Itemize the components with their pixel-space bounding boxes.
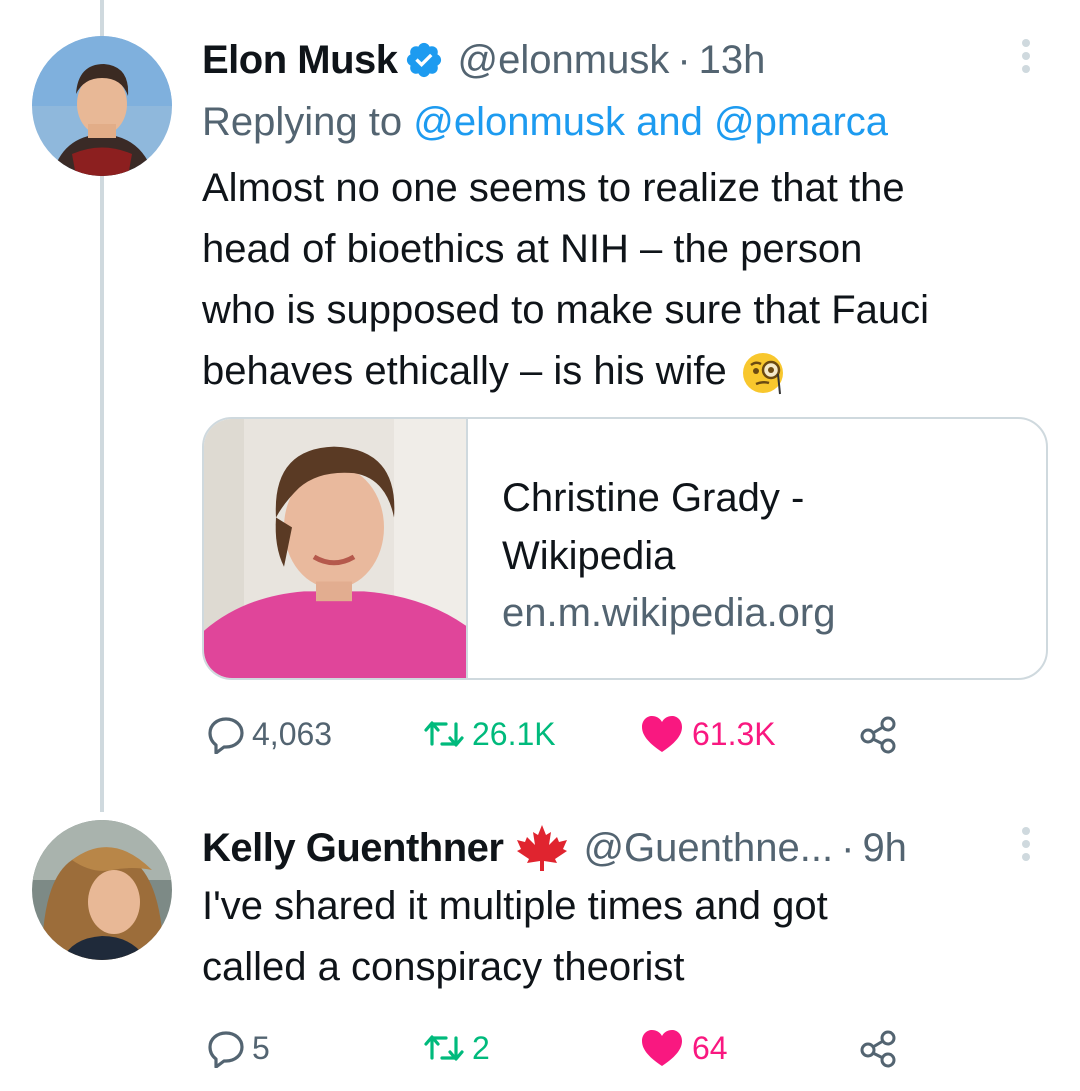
replying-prefix: Replying to	[202, 100, 403, 144]
tweet-text-line: head of bioethics at NIH – the person	[202, 227, 863, 271]
tweet-text-line: I've shared it multiple times and got	[202, 884, 828, 928]
more-options-icon[interactable]	[1020, 38, 1032, 74]
card-domain: en.m.wikipedia.org	[502, 591, 836, 635]
retweet-icon	[424, 721, 464, 747]
like-count: 61.3K	[692, 715, 776, 752]
timestamp[interactable]: 9h	[862, 824, 907, 872]
author-name[interactable]: Elon Musk	[202, 36, 398, 84]
retweet-count: 26.1K	[472, 715, 556, 752]
author-name[interactable]: Kelly Guenthner	[202, 824, 504, 872]
mention-link[interactable]: @elonmusk	[413, 100, 625, 144]
card-title-line: Wikipedia	[502, 534, 676, 578]
tweet-text-line: called a conspiracy theorist	[202, 945, 685, 989]
separator-dot: ·	[677, 38, 691, 82]
retweet-button[interactable]: 2	[422, 1028, 490, 1068]
like-count: 64	[692, 1029, 728, 1066]
author-handle[interactable]: @Guenthne...	[583, 824, 833, 872]
reply-button[interactable]: 4,063	[206, 714, 332, 754]
tweet-text-line: who is supposed to make sure that Fauci	[202, 288, 930, 332]
heart-icon	[642, 1030, 682, 1066]
retweet-count: 2	[472, 1029, 490, 1066]
maple-leaf-icon	[515, 823, 569, 873]
like-button[interactable]: 61.3K	[640, 714, 776, 754]
share-button[interactable]	[858, 1028, 898, 1068]
share-icon	[860, 716, 896, 754]
mention-and[interactable]: and	[636, 100, 703, 144]
tweet-text: I've shared it multiple times and got ca…	[202, 876, 1052, 998]
more-options-icon[interactable]	[1020, 826, 1032, 862]
link-preview-card[interactable]: Christine Grady - Wikipedia en.m.wikiped…	[202, 417, 1048, 680]
tweet-text-line: behaves ethically – is his wife	[202, 349, 727, 393]
reply-count: 5	[252, 1029, 270, 1066]
avatar-elon-musk[interactable]	[32, 36, 172, 176]
share-button[interactable]	[858, 714, 898, 754]
avatar-photo	[32, 36, 172, 176]
reply-icon	[208, 1031, 244, 1068]
tweet-text-line: Almost no one seems to realize that the	[202, 166, 905, 210]
separator-dot: ·	[841, 826, 855, 870]
tweet-header: Elon Musk @elonmusk · 13h	[202, 36, 765, 84]
retweet-icon	[424, 1035, 464, 1061]
replying-to-line: Replying to @elonmusk and @pmarca	[202, 98, 888, 146]
reply-button[interactable]: 5	[206, 1028, 270, 1068]
card-text: Christine Grady - Wikipedia en.m.wikiped…	[468, 419, 836, 678]
timestamp[interactable]: 13h	[699, 36, 766, 84]
like-button[interactable]: 64	[640, 1028, 728, 1068]
share-icon	[860, 1030, 896, 1068]
avatar-kelly-guenthner[interactable]	[32, 820, 172, 960]
avatar-photo	[32, 820, 172, 960]
verified-badge-icon	[404, 40, 444, 80]
reply-icon	[208, 717, 244, 754]
tweet-header: Kelly Guenthner @Guenthne... · 9h	[202, 823, 907, 873]
card-title-line: Christine Grady -	[502, 476, 805, 520]
face-with-monocle-icon	[741, 348, 789, 396]
author-handle[interactable]: @elonmusk	[458, 36, 670, 84]
card-thumbnail	[204, 419, 468, 678]
tweet-text: Almost no one seems to realize that the …	[202, 158, 1052, 402]
heart-icon	[642, 716, 682, 752]
reply-count: 4,063	[252, 715, 333, 752]
mention-link[interactable]: @pmarca	[714, 100, 888, 144]
retweet-button[interactable]: 26.1K	[422, 714, 556, 754]
